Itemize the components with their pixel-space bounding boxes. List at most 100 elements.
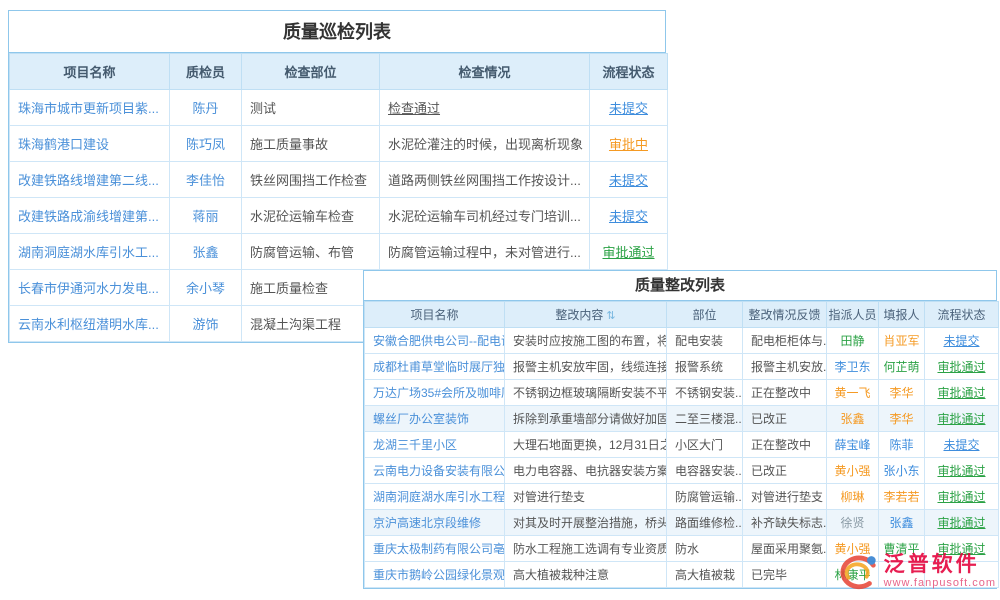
inspector-name: 陈丹 bbox=[170, 90, 242, 126]
project-name-link[interactable]: 珠海鹤港口建设 bbox=[10, 126, 170, 162]
col-header-feedback: 整改情况反馈 bbox=[743, 302, 827, 328]
status-badge[interactable]: 未提交 bbox=[590, 162, 668, 198]
col-header-content: 整改内容⇅ bbox=[505, 302, 667, 328]
rectify-content: 高大植被栽种注意 bbox=[505, 562, 667, 588]
project-name-link[interactable]: 珠海市城市更新项目紫... bbox=[10, 90, 170, 126]
watermark-brand: 泛普软件 bbox=[884, 553, 996, 576]
assignee-name: 黄一飞 bbox=[827, 380, 879, 406]
project-name-link[interactable]: 安徽合肥供电公司--配电设备... bbox=[365, 328, 505, 354]
reporter-name: 张鑫 bbox=[879, 510, 925, 536]
rectify-part: 防水 bbox=[667, 536, 743, 562]
status-badge[interactable]: 未提交 bbox=[925, 328, 999, 354]
table-row: 安徽合肥供电公司--配电设备...安装时应按施工图的布置，将...配电安装配电柜… bbox=[365, 328, 999, 354]
status-badge[interactable]: 审批通过 bbox=[925, 484, 999, 510]
inspection-situation: 防腐管运输过程中，未对管进行... bbox=[380, 234, 590, 270]
inspection-location: 混凝土沟渠工程 bbox=[242, 306, 380, 342]
status-badge[interactable]: 未提交 bbox=[925, 432, 999, 458]
rectify-part: 高大植被栽 bbox=[667, 562, 743, 588]
assignee-name: 柳琳 bbox=[827, 484, 879, 510]
project-name-link[interactable]: 螺丝厂办公室装饰 bbox=[365, 406, 505, 432]
assignee-name: 田静 bbox=[827, 328, 879, 354]
rectify-content: 报警主机安放牢固，线缆连接... bbox=[505, 354, 667, 380]
project-name-link[interactable]: 长春市伊通河水力发电... bbox=[10, 270, 170, 306]
inspector-name: 张鑫 bbox=[170, 234, 242, 270]
rectify-feedback: 已完毕 bbox=[743, 562, 827, 588]
col-header-content-label: 整改内容 bbox=[555, 308, 603, 322]
table-row: 云南电力设备安装有限公司20...电力电容器、电抗器安装方案...电容器安装..… bbox=[365, 458, 999, 484]
col-header-location: 检查部位 bbox=[242, 54, 380, 90]
rectify-part: 小区大门 bbox=[667, 432, 743, 458]
project-name-link[interactable]: 万达广场35#会所及咖啡厅空... bbox=[365, 380, 505, 406]
project-name-link[interactable]: 湖南洞庭湖水库引水工... bbox=[10, 234, 170, 270]
col-header-reporter: 填报人 bbox=[879, 302, 925, 328]
status-badge[interactable]: 审批通过 bbox=[925, 354, 999, 380]
watermark-text: 泛普软件 www.fanpusoft.com bbox=[884, 553, 996, 588]
project-name-link[interactable]: 重庆市鹅岭公园绿化景观提升... bbox=[365, 562, 505, 588]
inspection-location: 防腐管运输、布管 bbox=[242, 234, 380, 270]
project-name-link[interactable]: 改建铁路线增建第二线... bbox=[10, 162, 170, 198]
project-name-link[interactable]: 湖南洞庭湖水库引水工程施工标 bbox=[365, 484, 505, 510]
status-badge[interactable]: 审批中 bbox=[590, 126, 668, 162]
table-row: 改建铁路成渝线增建第...蒋丽水泥砼运输车检查水泥砼运输车司机经过专门培训...… bbox=[10, 198, 668, 234]
rectify-content: 对其及时开展整治措施，桥头... bbox=[505, 510, 667, 536]
rectify-feedback: 屋面采用聚氨... bbox=[743, 536, 827, 562]
inspection-location: 测试 bbox=[242, 90, 380, 126]
status-badge[interactable]: 审批通过 bbox=[925, 380, 999, 406]
table-row: 京沪高速北京段维修对其及时开展整治措施，桥头...路面维修检...补齐缺失标志.… bbox=[365, 510, 999, 536]
rectify-part: 防腐管运输... bbox=[667, 484, 743, 510]
inspector-name: 李佳怡 bbox=[170, 162, 242, 198]
table-row: 珠海鹤港口建设陈巧凤施工质量事故水泥砼灌注的时候，出现离析现象审批中 bbox=[10, 126, 668, 162]
rectify-part: 电容器安装... bbox=[667, 458, 743, 484]
inspection-list-title: 质量巡检列表 bbox=[9, 11, 665, 53]
project-name-link[interactable]: 重庆太极制药有限公司亳州中... bbox=[365, 536, 505, 562]
table-row: 改建铁路线增建第二线...李佳怡铁丝网围挡工作检查道路两侧铁丝网围挡工作按设计.… bbox=[10, 162, 668, 198]
rectify-part: 配电安装 bbox=[667, 328, 743, 354]
rectify-part: 二至三楼混... bbox=[667, 406, 743, 432]
rectify-content: 对管进行垫支 bbox=[505, 484, 667, 510]
col-header-situation: 检查情况 bbox=[380, 54, 590, 90]
col-header-part: 部位 bbox=[667, 302, 743, 328]
project-name-link[interactable]: 龙湖三千里小区 bbox=[365, 432, 505, 458]
rectification-table: 项目名称 整改内容⇅ 部位 整改情况反馈 指派人员 填报人 流程状态 安徽合肥供… bbox=[364, 301, 999, 588]
status-badge[interactable]: 审批通过 bbox=[925, 510, 999, 536]
project-name-link[interactable]: 改建铁路成渝线增建第... bbox=[10, 198, 170, 234]
inspection-location: 施工质量事故 bbox=[242, 126, 380, 162]
watermark: 泛普软件 www.fanpusoft.com bbox=[834, 548, 996, 594]
reporter-name: 李若若 bbox=[879, 484, 925, 510]
status-badge[interactable]: 未提交 bbox=[590, 90, 668, 126]
inspection-header-row: 项目名称 质检员 检查部位 检查情况 流程状态 bbox=[10, 54, 668, 90]
col-header-status: 流程状态 bbox=[590, 54, 668, 90]
status-badge[interactable]: 审批通过 bbox=[590, 234, 668, 270]
reporter-name: 陈菲 bbox=[879, 432, 925, 458]
status-badge[interactable]: 未提交 bbox=[590, 198, 668, 234]
sort-icon[interactable]: ⇅ bbox=[606, 310, 615, 322]
project-name-link[interactable]: 京沪高速北京段维修 bbox=[365, 510, 505, 536]
inspection-location: 施工质量检查 bbox=[242, 270, 380, 306]
rectify-feedback: 报警主机安放... bbox=[743, 354, 827, 380]
rectify-part: 不锈钢安装... bbox=[667, 380, 743, 406]
col-header-project: 项目名称 bbox=[10, 54, 170, 90]
watermark-url: www.fanpusoft.com bbox=[884, 577, 996, 589]
rectify-content: 安装时应按施工图的布置，将... bbox=[505, 328, 667, 354]
assignee-name: 徐贤 bbox=[827, 510, 879, 536]
status-badge[interactable]: 审批通过 bbox=[925, 458, 999, 484]
assignee-name: 张鑫 bbox=[827, 406, 879, 432]
inspector-name: 游饰 bbox=[170, 306, 242, 342]
col-header-inspector: 质检员 bbox=[170, 54, 242, 90]
project-name-link[interactable]: 云南电力设备安装有限公司20... bbox=[365, 458, 505, 484]
table-row: 珠海市城市更新项目紫...陈丹测试检查通过未提交 bbox=[10, 90, 668, 126]
reporter-name: 李华 bbox=[879, 380, 925, 406]
fanpu-logo-icon bbox=[834, 548, 880, 594]
status-badge[interactable]: 审批通过 bbox=[925, 406, 999, 432]
project-name-link[interactable]: 成都杜甫草堂临时展厅独立展... bbox=[365, 354, 505, 380]
inspector-name: 余小琴 bbox=[170, 270, 242, 306]
rectify-part: 报警系统 bbox=[667, 354, 743, 380]
inspection-location: 水泥砼运输车检查 bbox=[242, 198, 380, 234]
col-header-status: 流程状态 bbox=[925, 302, 999, 328]
col-header-assignee: 指派人员 bbox=[827, 302, 879, 328]
rectification-list-panel: 质量整改列表 项目名称 整改内容⇅ 部位 整改情况反馈 指派人员 填报人 流程状… bbox=[363, 270, 997, 589]
rectify-content: 大理石地面更换，12月31日之... bbox=[505, 432, 667, 458]
project-name-link[interactable]: 云南水利枢纽潜明水库... bbox=[10, 306, 170, 342]
rectify-content: 电力电容器、电抗器安装方案... bbox=[505, 458, 667, 484]
reporter-name: 张小东 bbox=[879, 458, 925, 484]
